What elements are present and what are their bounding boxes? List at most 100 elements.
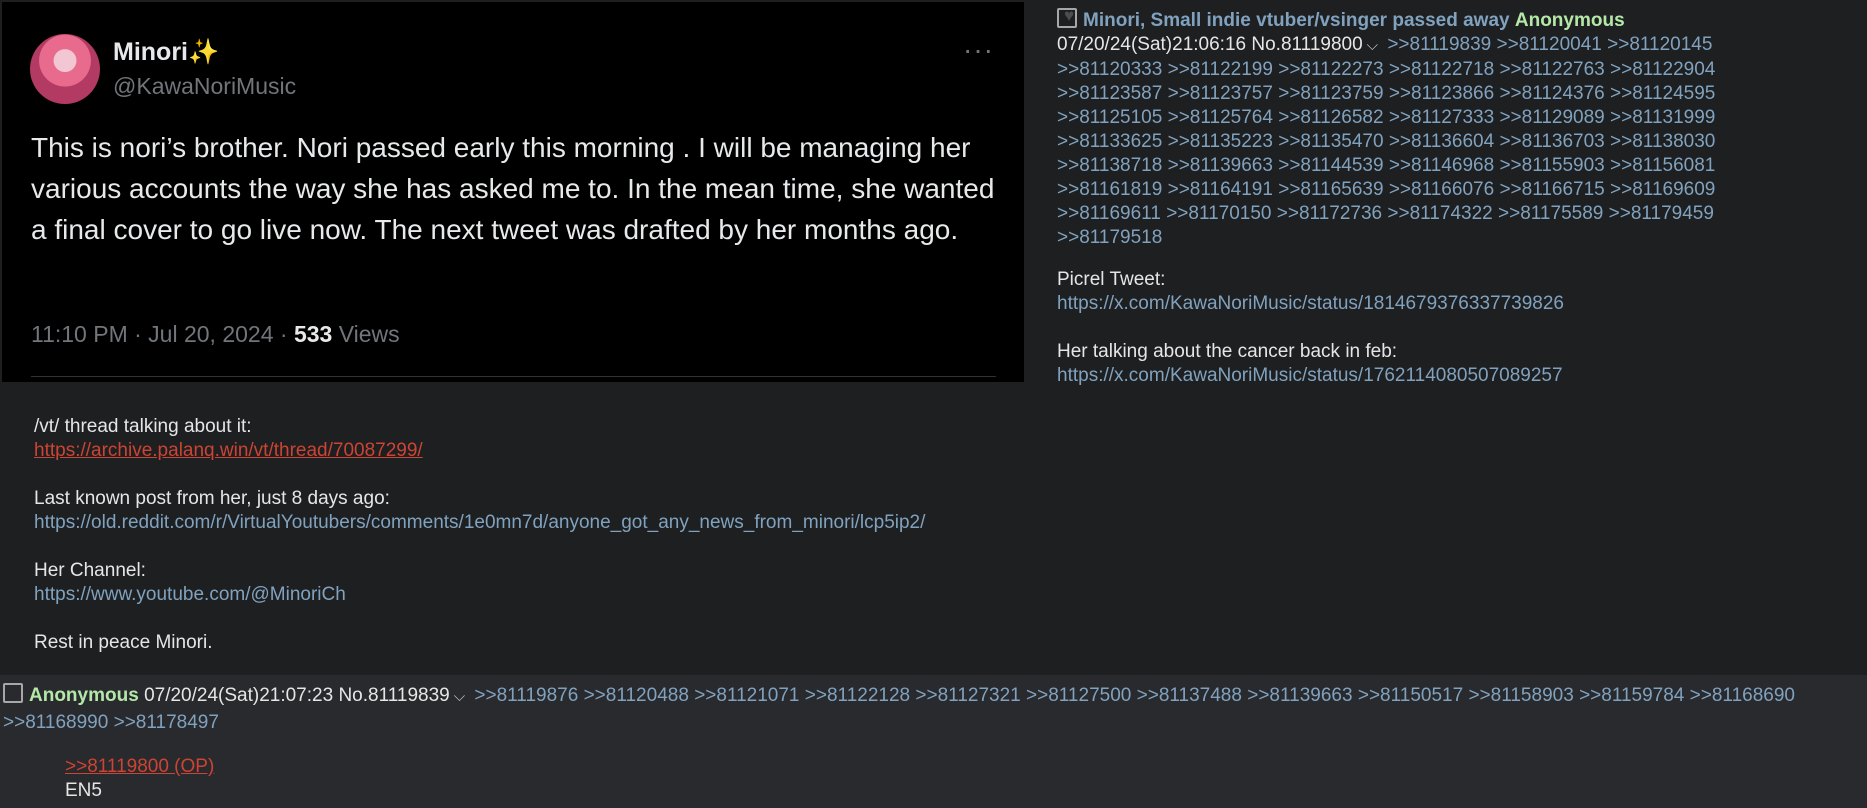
backlink[interactable]: >>81137488 [1137, 685, 1242, 706]
backlink[interactable]: >>81119876 [474, 685, 578, 706]
backlink[interactable]: >>81123759 [1278, 83, 1383, 104]
backlink[interactable]: >>81126582 [1278, 107, 1383, 128]
closing-text: Rest in peace Minori. [34, 632, 213, 653]
backlink[interactable]: >>81146968 [1389, 155, 1494, 176]
picrel-link[interactable]: https://x.com/KawaNoriMusic/status/18146… [1057, 293, 1564, 314]
backlink[interactable]: >>81131999 [1610, 107, 1715, 128]
backlink[interactable]: >>81123587 [1057, 83, 1162, 104]
backlink[interactable]: >>81127333 [1389, 107, 1494, 128]
reply-post: Anonymous 07/20/24(Sat)21:07:23 No.81119… [0, 675, 1867, 808]
backlink[interactable]: >>81161819 [1057, 179, 1162, 200]
post-date: 07/20/24(Sat)21:06:16 [1057, 34, 1247, 55]
chevron-down-icon[interactable]: ⌵ [1367, 37, 1378, 54]
vt-thread-link[interactable]: https://archive.palanq.win/vt/thread/700… [34, 440, 423, 461]
backlink[interactable]: >>81150517 [1358, 685, 1463, 706]
poster-name: Anonymous [1514, 10, 1625, 31]
more-options-icon: ··· [963, 34, 994, 65]
reply-post-header: Anonymous 07/20/24(Sat)21:07:23 No.81119… [3, 683, 1863, 736]
backlink[interactable]: >>81166076 [1389, 179, 1494, 200]
cancer-label: Her talking about the cancer back in feb… [1057, 341, 1398, 362]
backlink[interactable]: >>81135470 [1278, 131, 1383, 152]
backlink[interactable]: >>81139663 [1247, 685, 1352, 706]
op-body-top: Picrel Tweet: https://x.com/KawaNoriMusi… [1057, 268, 1847, 388]
op-image-tweet-screenshot[interactable]: Minori✨ @KawaNoriMusic ··· This is nori’… [2, 2, 1024, 382]
picrel-label: Picrel Tweet: [1057, 269, 1166, 290]
last-post-link[interactable]: https://old.reddit.com/r/VirtualYoutuber… [34, 512, 925, 533]
tweet-views-count: 533 [293, 321, 333, 347]
tweet-time: 11:10 PM · Jul 20, 2024 · [31, 321, 294, 347]
backlink[interactable]: >>81168990 [3, 712, 108, 733]
channel-link[interactable]: https://www.youtube.com/@MinoriCh [34, 584, 346, 605]
backlink[interactable]: >>81119839 [1387, 34, 1491, 55]
tweet-divider [31, 376, 996, 377]
backlink[interactable]: >>81122904 [1610, 59, 1715, 80]
backlink[interactable]: >>81169611 [1057, 203, 1161, 224]
tweet-views-label: Views [338, 321, 400, 347]
backlink[interactable]: >>81175589 [1498, 203, 1603, 224]
last-post-label: Last known post from her, just 8 days ag… [34, 488, 390, 509]
backlink[interactable]: >>81156081 [1610, 155, 1715, 176]
backlink[interactable]: >>81121071 [694, 685, 799, 706]
backlink[interactable]: >>81172736 [1277, 203, 1382, 224]
backlink[interactable]: >>81138030 [1610, 131, 1715, 152]
avatar [30, 34, 100, 104]
reply-body: >>81119800 (OP) EN5 [65, 755, 214, 803]
post-number[interactable]: No.81119839 [338, 685, 449, 706]
backlink[interactable]: >>81127321 [915, 685, 1020, 706]
backlink[interactable]: >>81127500 [1026, 685, 1131, 706]
vt-thread-label: /vt/ thread talking about it: [34, 416, 252, 437]
channel-label: Her Channel: [34, 560, 146, 581]
backlink[interactable]: >>81125105 [1057, 107, 1162, 128]
backlink[interactable]: >>81123757 [1168, 83, 1273, 104]
tweet-text: This is nori’s brother. Nori passed earl… [31, 132, 995, 245]
backlink[interactable]: >>81144539 [1278, 155, 1383, 176]
backlink[interactable]: >>81165639 [1278, 179, 1383, 200]
backlink[interactable]: >>81122763 [1499, 59, 1604, 80]
checkbox-icon[interactable] [3, 683, 23, 703]
backlink[interactable]: >>81159784 [1579, 685, 1684, 706]
backlink[interactable]: >>81136703 [1499, 131, 1604, 152]
backlink[interactable]: >>81170150 [1166, 203, 1271, 224]
tweet-author-handle: @KawaNoriMusic [113, 73, 297, 99]
backlink[interactable]: >>81124376 [1499, 83, 1604, 104]
poster-name: Anonymous [29, 685, 139, 706]
backlink[interactable]: >>81168690 [1690, 685, 1795, 706]
backlink[interactable]: >>81179518 [1057, 227, 1162, 248]
post-number[interactable]: No.81119800 [1251, 34, 1362, 55]
backlink[interactable]: >>81122128 [805, 685, 910, 706]
backlink[interactable]: >>81122199 [1168, 59, 1273, 80]
cancer-link[interactable]: https://x.com/KawaNoriMusic/status/17621… [1057, 365, 1563, 386]
backlink[interactable]: >>81129089 [1499, 107, 1604, 128]
backlink[interactable]: >>81122273 [1278, 59, 1383, 80]
op-backlinks: >>81119839 >>81120041 >>81120145 >>811203… [1057, 34, 1715, 248]
backlink[interactable]: >>81178497 [114, 712, 219, 733]
backlink[interactable]: >>81124595 [1610, 83, 1715, 104]
backlink[interactable]: >>81166715 [1499, 179, 1604, 200]
backlink[interactable]: >>81155903 [1499, 155, 1604, 176]
backlink[interactable]: >>81120488 [584, 685, 689, 706]
backlink[interactable]: >>81120145 [1607, 34, 1712, 55]
chevron-down-icon[interactable]: ⌵ [454, 688, 465, 705]
backlink[interactable]: >>81164191 [1168, 179, 1273, 200]
post-date: 07/20/24(Sat)21:07:23 [144, 685, 334, 706]
backlink[interactable]: >>81123866 [1389, 83, 1494, 104]
backlink[interactable]: >>81139663 [1168, 155, 1273, 176]
backlink[interactable]: >>81158903 [1468, 685, 1573, 706]
reply-text: EN5 [65, 780, 102, 801]
backlink[interactable]: >>81133625 [1057, 131, 1162, 152]
backlink[interactable]: >>81136604 [1389, 131, 1494, 152]
backlink[interactable]: >>81179459 [1609, 203, 1714, 224]
checkbox-icon[interactable] [1057, 8, 1077, 28]
backlink[interactable]: >>81125764 [1168, 107, 1273, 128]
backlink[interactable]: >>81122718 [1389, 59, 1494, 80]
backlink[interactable]: >>81135223 [1168, 131, 1273, 152]
backlink[interactable]: >>81120333 [1057, 59, 1162, 80]
backlink[interactable]: >>81138718 [1057, 155, 1162, 176]
tweet-meta: 11:10 PM · Jul 20, 2024 · 533 Views [31, 321, 400, 348]
post-subject: Minori, Small indie vtuber/vsinger passe… [1083, 10, 1510, 31]
backlink[interactable]: >>81169609 [1610, 179, 1715, 200]
op-post-header: Minori, Small indie vtuber/vsinger passe… [1057, 8, 1857, 250]
quote-link[interactable]: >>81119800 (OP) [65, 756, 214, 777]
backlink[interactable]: >>81174322 [1387, 203, 1492, 224]
backlink[interactable]: >>81120041 [1497, 34, 1602, 55]
